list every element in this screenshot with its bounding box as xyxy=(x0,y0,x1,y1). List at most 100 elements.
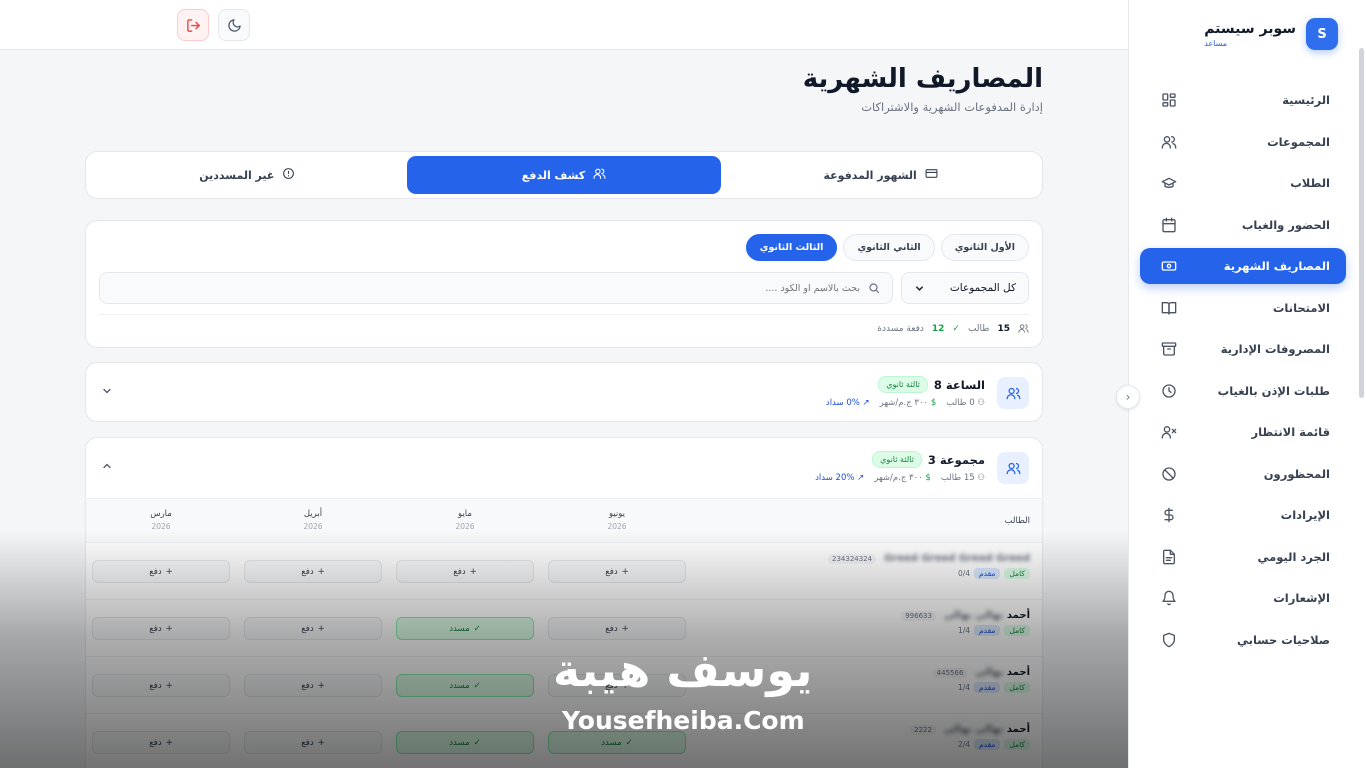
brand: S سوبر سيستم مساعد xyxy=(1204,18,1338,50)
month-column-header: مايو 2026 xyxy=(395,509,535,531)
theme-toggle-button[interactable] xyxy=(218,9,250,41)
pay-button[interactable]: + دفع xyxy=(244,560,382,583)
sidebar-item-2[interactable]: الطلاب xyxy=(1140,165,1346,201)
pay-button[interactable]: + دفع xyxy=(396,560,534,583)
search-input[interactable] xyxy=(112,282,860,294)
paid-badge: ✓ مسدد xyxy=(396,674,534,697)
plus-icon: + xyxy=(165,680,173,691)
sidebar-item-7[interactable]: طلبات الإذن بالغياب xyxy=(1140,373,1346,409)
moon-icon xyxy=(227,18,241,32)
users-icon xyxy=(997,377,1029,409)
pay-button[interactable]: + دفع xyxy=(92,560,230,583)
sidebar-collapse-button[interactable]: ‹ xyxy=(1116,385,1140,409)
pay-button[interactable]: + دفع xyxy=(92,731,230,754)
month-name: أبريل xyxy=(303,509,323,519)
sidebar-scrollbar[interactable] xyxy=(1359,48,1364,398)
tab-2[interactable]: غير المسددين xyxy=(90,156,405,194)
grade-filter: الأول الثانوي الثاني الثانوي الثالث الثانو… xyxy=(745,234,1029,261)
tab-0[interactable]: الشهور المدفوعة xyxy=(723,156,1038,194)
sidebar-item-4[interactable]: المصاريف الشهرية xyxy=(1140,248,1346,284)
student-info: أحمد نهالي نهالي 2222 كامل مقدم 2/4 xyxy=(910,724,1030,750)
tab-label: كشف الدفع xyxy=(521,168,586,182)
pay-button[interactable]: + دفع xyxy=(92,617,230,640)
pay-button[interactable]: + دفع xyxy=(244,674,382,697)
pay-cell-label: مسدد xyxy=(449,623,470,634)
search-icon xyxy=(869,283,880,294)
pay-cell-label: دفع xyxy=(149,737,162,748)
pay-cell-label: مسدد xyxy=(601,737,622,748)
group-card[interactable]: الساعة 8 ثالثة ثانوي ⚇ 0 طالب $ ٣٠٠ ج.م/… xyxy=(85,362,1043,422)
student-name: أحمد نهالي xyxy=(975,667,1030,678)
sidebar-item-0[interactable]: الرئيسية xyxy=(1140,82,1346,118)
pay-button[interactable]: + دفع xyxy=(244,731,382,754)
plus-icon: + xyxy=(165,623,173,634)
search-box xyxy=(99,272,893,304)
group-price: $ ٣٠٠ ج.م/شهر xyxy=(879,398,937,408)
group-select[interactable]: كل المجموعات xyxy=(901,272,1029,304)
pay-cell-label: دفع xyxy=(149,680,162,691)
check-icon: ✓ xyxy=(473,623,481,634)
bell-icon xyxy=(1160,589,1178,607)
sidebar-item-9[interactable]: المحظورون xyxy=(1140,456,1346,492)
month-name: يونيو xyxy=(608,509,626,519)
sidebar-item-10[interactable]: الإيرادات xyxy=(1140,497,1346,533)
pay-button[interactable]: + دفع xyxy=(548,560,686,583)
chevron-down-icon[interactable] xyxy=(101,385,113,400)
grade-button-2[interactable]: الثالث الثانوي xyxy=(745,234,838,261)
sidebar-item-label: المصاريف الشهرية xyxy=(1223,259,1330,273)
sidebar-item-3[interactable]: الحضور والغياب xyxy=(1140,207,1346,243)
logout-button[interactable] xyxy=(177,9,209,41)
student-name: أحمد نهالي نهالي xyxy=(943,724,1030,735)
student-code: 234324324 xyxy=(828,553,877,564)
pay-button[interactable]: + دفع xyxy=(548,617,686,640)
paid-count: 12 xyxy=(931,323,945,334)
plus-icon: + xyxy=(165,566,173,577)
pay-cell-label: دفع xyxy=(149,566,162,577)
watermark-arabic: يوسف هيبة xyxy=(553,643,813,697)
grade-button-0[interactable]: الأول الثانوي xyxy=(940,234,1029,261)
group-payment-rate: ↗ 20% سداد xyxy=(815,473,865,483)
sidebar-item-12[interactable]: الإشعارات xyxy=(1140,580,1346,616)
group-name: مجموعة 3 xyxy=(927,452,985,467)
users-icon xyxy=(997,452,1029,484)
pay-cell-label: دفع xyxy=(301,737,314,748)
chevron-up-icon[interactable] xyxy=(101,460,113,475)
grade-button-1[interactable]: الثاني الثانوي xyxy=(843,234,935,261)
sidebar-item-label: الطلاب xyxy=(1290,176,1330,190)
calendar-icon xyxy=(1160,216,1178,234)
sidebar-item-5[interactable]: الامتحانات xyxy=(1140,290,1346,326)
pay-cell-label: دفع xyxy=(149,623,162,634)
month-year: 2026 xyxy=(607,522,627,531)
sidebar-item-6[interactable]: المصروفات الإدارية xyxy=(1140,331,1346,367)
users-icon xyxy=(1018,324,1029,333)
alert-circle-icon xyxy=(282,167,295,183)
book-icon xyxy=(1160,299,1178,317)
tag-full: كامل xyxy=(1004,568,1030,579)
sidebar-item-label: الجرد اليومي xyxy=(1257,549,1330,564)
pay-button[interactable]: + دفع xyxy=(244,617,382,640)
check-icon: ✓ xyxy=(473,737,481,748)
pay-cell-label: دفع xyxy=(301,566,314,577)
tab-1[interactable]: كشف الدفع xyxy=(406,156,722,194)
sidebar-item-11[interactable]: الجرد اليومي xyxy=(1140,539,1346,575)
pay-button[interactable]: + دفع xyxy=(92,674,230,697)
plus-icon: + xyxy=(317,566,325,577)
student-name: أحمد نهالي نهالي xyxy=(943,610,1030,621)
month-year: 2026 xyxy=(455,522,475,531)
pay-cell-label: دفع xyxy=(453,566,466,577)
sidebar-item-1[interactable]: المجموعات xyxy=(1140,124,1346,160)
chevron-left-icon: ‹ xyxy=(1125,390,1131,404)
page-subtitle: إدارة المدفوعات الشهرية والاشتراكات xyxy=(861,100,1043,114)
pay-cell-label: مسدد xyxy=(449,737,470,748)
sidebar-item-label: المجموعات xyxy=(1267,134,1330,149)
sidebar-nav: الرئيسية المجموعات الطلاب الحضور والغياب الم… xyxy=(1140,82,1346,663)
sidebar-item-13[interactable]: صلاحيات حسابي xyxy=(1140,622,1346,658)
pay-cell-label: مسدد xyxy=(449,680,470,691)
tag-advance: مقدم xyxy=(974,682,1001,693)
sidebar-item-8[interactable]: قائمة الانتظار xyxy=(1140,414,1346,450)
users-icon xyxy=(1160,133,1178,151)
month-name: مارس xyxy=(150,509,172,519)
paid-label: دفعة مسددة xyxy=(877,323,924,334)
shield-icon xyxy=(1160,631,1178,649)
month-column-header: أبريل 2026 xyxy=(243,509,383,531)
